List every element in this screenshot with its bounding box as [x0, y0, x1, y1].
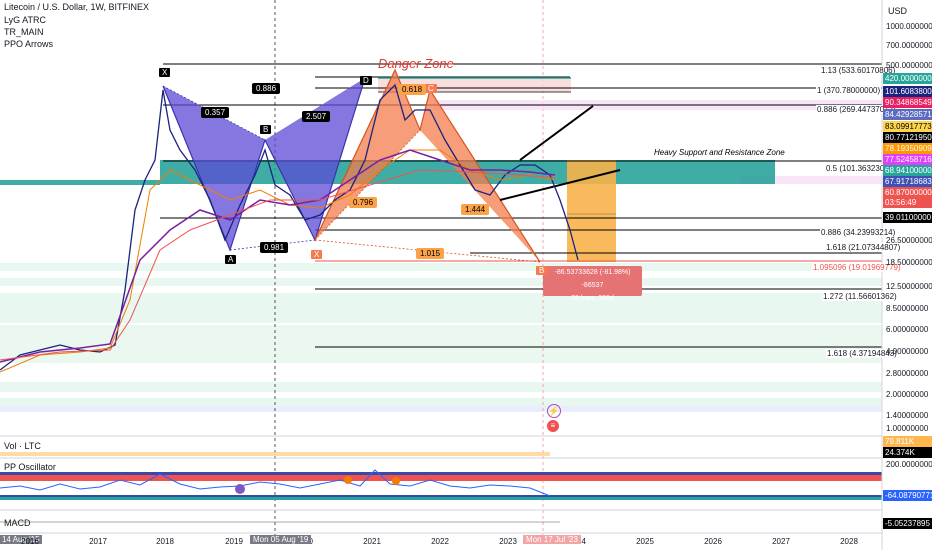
indicator-label-2[interactable]: PPO Arrows: [4, 39, 53, 49]
price-tag-6: 78.19350909: [883, 143, 932, 154]
currency-label: USD: [888, 6, 908, 16]
price-tag-5: 80.77121950: [883, 132, 932, 143]
price-axis-label: 4.00000000: [886, 347, 929, 356]
price-tag-1: 101.60838000: [883, 86, 932, 97]
year-label-2026: 2026: [704, 537, 722, 546]
price-tag-3: 84.42928571: [883, 109, 932, 120]
ratio-1444: 1.444: [461, 204, 490, 215]
price-axis-label: 2.80000000: [886, 369, 929, 378]
oscillator-tag: -64.08790771: [883, 490, 932, 501]
ratio-2507: 2.507: [302, 111, 331, 122]
ratio-0886: 0.886: [252, 83, 281, 94]
oscillator-pane-label[interactable]: PP Oscillator: [4, 462, 56, 472]
price-axis-label: 700.00000000: [886, 41, 932, 50]
price-axis-label: 500.00000000: [886, 61, 932, 70]
price-axis-label: 1.40000000: [886, 411, 929, 420]
year-label-2025: 2025: [636, 537, 654, 546]
volume-pane-label[interactable]: Vol · LTC: [4, 441, 41, 451]
measure-bars: 38 bars, 266d: [571, 295, 614, 302]
price-axis-label: 8.50000000: [886, 304, 929, 313]
point-a1: A: [225, 255, 237, 264]
price-tag-8: 68.94100000: [883, 165, 932, 176]
price-axis-label: 1000.00000000: [886, 22, 932, 31]
lightning-icon[interactable]: ⚡: [547, 404, 561, 418]
price-tag-2: 90.34868549: [883, 97, 932, 108]
point-d1: D: [360, 76, 372, 85]
ratio-0618: 0.618: [398, 84, 427, 95]
year-label-2022: 2022: [431, 537, 449, 546]
price-tag-11: 03:56:49: [883, 197, 932, 208]
price-axis-label: 6.00000000: [886, 325, 929, 334]
indicator-label-0[interactable]: LyG ATRC: [4, 15, 46, 25]
price-axis-label: 12.50000000: [886, 282, 932, 291]
fib-level-1: 1 (370.78000000): [816, 86, 882, 95]
point-b1: B: [260, 125, 272, 134]
year-label-2028: 2028: [840, 537, 858, 546]
price-tag-0: 420.00000000: [883, 73, 932, 84]
price-axis-label: 18.50000000: [886, 258, 932, 267]
indicator-label-1[interactable]: TR_MAIN: [4, 27, 44, 37]
year-label-2017: 2017: [89, 537, 107, 546]
volume-tag-1: 24.374K: [883, 447, 932, 458]
ratio-1015: 1.015: [416, 248, 445, 259]
year-label-2021: 2021: [363, 537, 381, 546]
price-tag-9: 67.91718683: [883, 176, 932, 187]
chart-canvas[interactable]: [0, 0, 932, 550]
year-label-2019: 2019: [225, 537, 243, 546]
ratio-0981: 0.981: [260, 242, 289, 253]
point-x1: X: [159, 68, 171, 77]
measure-tooltip: -86.53733628 (-81.98%) -86537 38 bars, 2…: [543, 266, 642, 302]
fib-level-4: 0.886 (34.23993214): [820, 228, 897, 237]
flag-icon[interactable]: ≡: [547, 420, 559, 432]
price-tag-4: 83.09917773: [883, 121, 932, 132]
price-axis-label: 1.00000000: [886, 424, 929, 433]
oscillator-axis-label: 200.00000000: [886, 460, 932, 469]
volume-tag-0: 79.811K: [883, 436, 932, 447]
price-tag-7: 77.52458716: [883, 154, 932, 165]
chart-title[interactable]: Litecoin / U.S. Dollar, 1W, BITFINEX: [4, 2, 149, 12]
point-c2: C: [425, 84, 437, 93]
time-cursor2-label: Mon 17 Jul '23: [523, 535, 581, 544]
year-label-2023: 2023: [499, 537, 517, 546]
ratio-0796: 0.796: [349, 197, 378, 208]
fib-level-7: 1.272 (11.56601362): [822, 292, 898, 301]
macd-pane-label[interactable]: MACD: [4, 518, 31, 528]
year-label-2027: 2027: [772, 537, 790, 546]
point-b2: B: [536, 266, 548, 275]
price-axis-label: 2.00000000: [886, 390, 929, 399]
time-cursor-label: Mon 05 Aug '19: [250, 535, 312, 544]
year-label-2016: 2016: [21, 537, 39, 546]
year-label-2018: 2018: [156, 537, 174, 546]
point-x2: X: [311, 250, 323, 259]
ratio-0357: 0.357: [201, 107, 230, 118]
price-axis-label: 26.50000000: [886, 236, 932, 245]
macd-tag: -5.05237895: [883, 518, 932, 529]
price-tag-12: 39.01100000: [883, 212, 932, 223]
support-zone-label: Heavy Support and Resistance Zone: [654, 148, 785, 157]
danger-zone-label: Danger Zone: [378, 56, 454, 71]
measure-change: -86.53733628 (-81.98%) -86537: [554, 269, 631, 289]
